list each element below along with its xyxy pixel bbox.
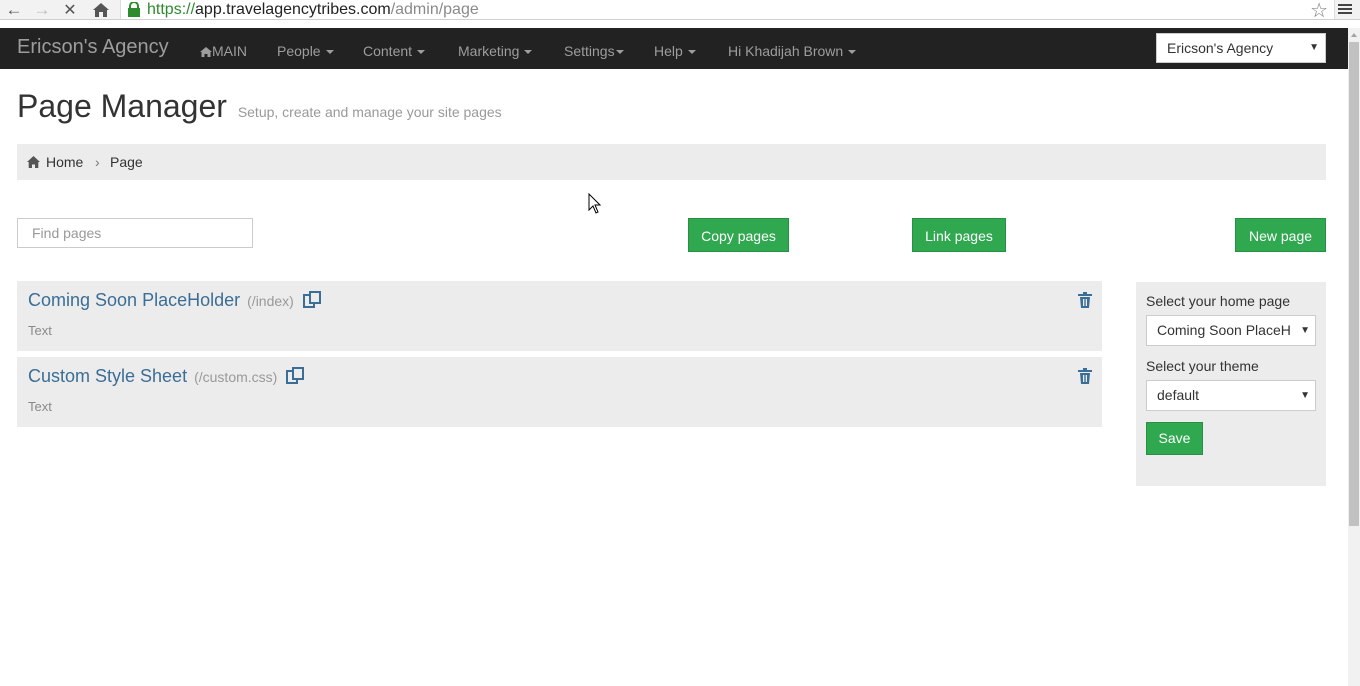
breadcrumb-current: Page [110,154,143,170]
page-path: (/custom.css) [194,369,278,385]
copy-icon[interactable] [286,367,305,384]
search-input[interactable] [17,218,253,248]
home-page-select-value: Coming Soon PlaceH [1157,322,1291,338]
nav-user-menu[interactable]: Hi Khadijah Brown [728,28,857,69]
home-icon [27,156,40,168]
copy-pages-button[interactable]: Copy pages [688,218,789,252]
nav-marketing-label: Marketing [458,43,520,59]
nav-marketing[interactable]: Marketing [458,28,533,69]
caret-down-icon [615,50,624,55]
nav-settings[interactable]: Settings [564,28,624,69]
copy-icon[interactable] [302,291,321,308]
page-title-text: Page Manager [17,88,227,124]
caret-down-icon [417,50,426,55]
link-pages-button[interactable]: Link pages [912,218,1006,252]
trash-icon[interactable] [1078,292,1092,308]
address-bar[interactable]: https://app.travelagencytribes.com/admin… [120,0,1335,22]
browser-home-icon[interactable] [90,0,112,20]
brand-logo[interactable]: Ericson's Agency [17,28,169,66]
page-subtitle: Setup, create and manage your site pages [237,104,502,120]
page-item-title-row: Custom Style Sheet (/custom.css) [28,366,305,387]
mouse-cursor-icon [588,193,601,214]
nav-people-label: People [277,43,321,59]
agency-select-value: Ericson's Agency [1167,40,1274,56]
scrollbar-thumb[interactable] [1349,42,1359,526]
trash-icon[interactable] [1078,368,1092,384]
nav-main[interactable]: MAIN [200,28,247,69]
dropdown-arrow-icon: ▼ [1309,42,1319,53]
page-list-item: Custom Style Sheet (/custom.css) Text [17,357,1102,427]
dropdown-arrow-icon: ▼ [1297,316,1310,345]
nav-user-label: Hi Khadijah Brown [728,43,844,59]
home-page-label: Select your home page [1146,293,1290,309]
page-type-label: Text [28,399,52,414]
nav-content[interactable]: Content [363,28,426,69]
save-button[interactable]: Save [1146,422,1203,455]
nav-help-label: Help [654,43,683,59]
page-title-link[interactable]: Coming Soon PlaceHolder [28,290,240,310]
vertical-scrollbar[interactable] [1348,28,1360,686]
nav-people[interactable]: People [277,28,334,69]
page-path: (/index) [247,293,294,309]
new-page-button[interactable]: New page [1235,218,1326,252]
bookmark-star-icon[interactable]: ☆ [1310,0,1328,23]
breadcrumb-home-link[interactable]: Home [46,144,83,180]
theme-select[interactable]: default ▼ [1146,380,1316,411]
page-list-item: Coming Soon PlaceHolder (/index) Text [17,281,1102,351]
url-text: https://app.travelagencytribes.com/admin… [147,1,479,18]
agency-select[interactable]: Ericson's Agency ▼ [1156,33,1326,63]
dropdown-arrow-icon: ▼ [1297,381,1310,410]
nav-content-label: Content [363,43,413,59]
browser-toolbar: ← → ✕ https://app.travelagencytribes.com… [0,0,1360,22]
home-page-select[interactable]: Coming Soon PlaceH ▼ [1146,315,1316,346]
theme-select-value: default [1157,387,1200,403]
home-icon [200,47,212,57]
top-navbar: Ericson's Agency MAIN People Content Mar… [0,28,1348,69]
stop-icon[interactable]: ✕ [59,0,81,20]
caret-down-icon [848,50,857,55]
nav-settings-label: Settings [564,43,615,59]
page-title: Page Manager Setup, create and manage yo… [17,88,502,125]
caret-down-icon [325,50,334,55]
page-type-label: Text [28,323,52,338]
caret-down-icon [524,50,533,55]
back-icon[interactable]: ← [3,0,25,20]
page-title-link[interactable]: Custom Style Sheet [28,366,187,386]
breadcrumb: Home › Page [17,144,1326,180]
browser-menu-icon[interactable] [1338,2,1352,16]
forward-icon[interactable]: → [31,0,53,20]
lock-icon [128,2,140,17]
chevron-right-icon: › [95,154,100,170]
caret-down-icon [687,50,696,55]
nav-main-label: MAIN [212,43,247,59]
home-theme-panel: Select your home page Coming Soon PlaceH… [1136,282,1326,486]
scroll-up-icon[interactable] [1351,33,1357,37]
theme-label: Select your theme [1146,358,1259,374]
nav-help[interactable]: Help [654,28,696,69]
page-item-title-row: Coming Soon PlaceHolder (/index) [28,290,321,311]
